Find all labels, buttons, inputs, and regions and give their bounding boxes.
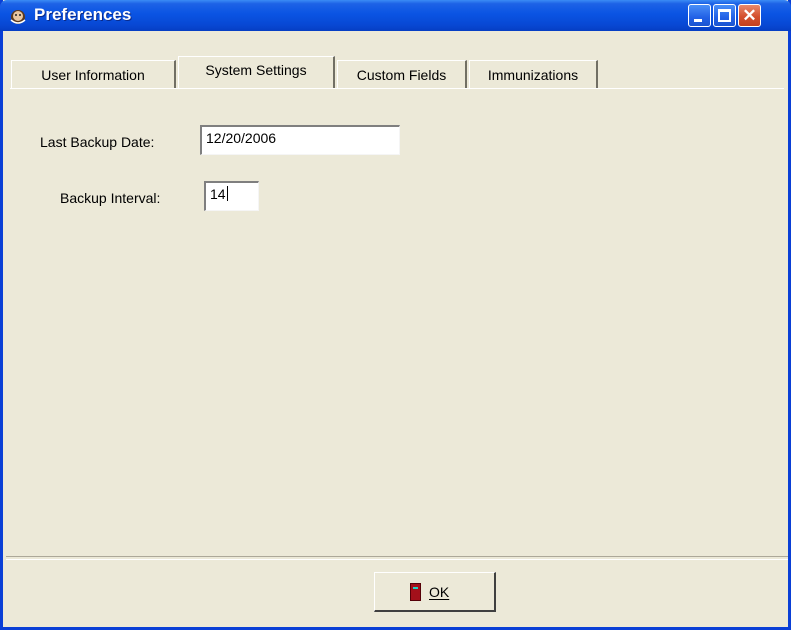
ok-button-label: OK [429,584,450,600]
tab-label: Immunizations [487,67,579,83]
close-button[interactable]: ✕ [738,4,761,27]
door-icon [410,583,421,601]
last-backup-date-field[interactable]: 12/20/2006 [200,125,400,155]
title-bar[interactable]: Preferences ✕ [0,0,791,31]
backup-interval-label: Backup Interval: [60,190,161,206]
footer-divider [6,556,788,560]
backup-interval-field[interactable]: 14 [204,181,259,211]
tab-immunizations[interactable]: Immunizations [469,60,598,88]
text-caret [226,186,228,201]
minimize-icon [694,19,702,22]
maximize-icon [718,9,731,22]
last-backup-date-label: Last Backup Date: [40,134,155,150]
ok-button[interactable]: OK [374,572,496,612]
app-icon [10,10,26,24]
tab-system-settings[interactable]: System Settings [178,56,335,88]
system-settings-panel [10,88,784,586]
backup-interval-value: 14 [210,186,226,202]
tab-label: Custom Fields [356,67,447,83]
last-backup-date-value: 12/20/2006 [206,130,277,146]
maximize-button[interactable] [713,4,736,27]
tab-label: System Settings [205,62,307,78]
close-icon: ✕ [742,6,757,25]
minimize-button[interactable] [688,4,711,27]
tab-label: User Information [41,67,145,83]
tab-user-information[interactable]: User Information [11,60,176,88]
window-title: Preferences [34,5,132,24]
preferences-window: Preferences ✕ User Information System Se… [0,0,791,630]
tab-custom-fields[interactable]: Custom Fields [337,60,467,88]
